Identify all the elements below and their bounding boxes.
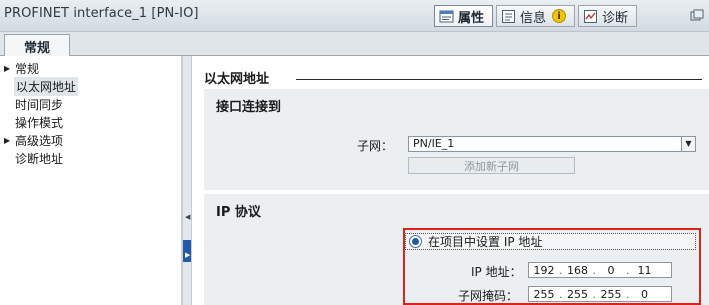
- window-title: PROFINET interface_1 [PN-IO]: [4, 6, 199, 21]
- inspector-title-bar: PROFINET interface_1 [PN-IO] 属性 信息 i 诊断: [0, 0, 709, 32]
- ip-octet: 168: [567, 263, 588, 277]
- properties-content: 以太网地址 接口连接到 子网： PN/IE_1 ▼ 添加新子网 IP 协议 在项…: [192, 56, 709, 305]
- subnet-mask-label: 子网掩码：: [458, 289, 519, 303]
- nav-item-label: 时间同步: [15, 97, 64, 112]
- nav-item-ethernet-address[interactable]: 以太网地址: [4, 76, 180, 96]
- pane-splitter[interactable]: ◀ ▶: [182, 56, 192, 305]
- tab-properties[interactable]: 属性: [434, 5, 494, 27]
- diagnostics-icon: [584, 9, 598, 23]
- nav-item-label: 以太网地址: [14, 76, 79, 96]
- set-ip-radio-label: 在项目中设置 IP 地址: [428, 235, 543, 249]
- info-list-icon: [502, 9, 516, 23]
- tab-diagnostics-label: 诊断: [602, 10, 629, 26]
- ip-octet: 192: [533, 263, 555, 277]
- nav-item-label: 诊断地址: [15, 151, 64, 166]
- set-ip-radio[interactable]: [409, 235, 422, 248]
- nav-item-label: 常规: [15, 61, 40, 76]
- add-new-subnet-button[interactable]: 添加新子网: [408, 157, 575, 174]
- nav-item-label: 高级选项: [15, 133, 64, 148]
- mask-octet: 255: [600, 287, 622, 301]
- tab-info-label: 信息: [520, 10, 547, 26]
- tab-properties-label: 属性: [458, 10, 485, 26]
- expand-arrow-icon[interactable]: ▶: [4, 64, 14, 73]
- section-tab-strip: 常规: [0, 32, 709, 57]
- window-restore-icon[interactable]: [690, 9, 704, 22]
- ip-protocol-group-title: IP 协议: [216, 205, 261, 220]
- nav-item-advanced-options[interactable]: ▶ 高级选项: [4, 131, 180, 149]
- property-tabs: 属性 信息 i 诊断: [434, 5, 638, 27]
- ip-address-label: IP 地址：: [471, 265, 522, 279]
- properties-icon: [439, 10, 454, 22]
- subnet-label: 子网：: [357, 139, 394, 153]
- section-title: 以太网地址: [204, 72, 270, 87]
- nav-item-diagnostic-address[interactable]: 诊断地址: [4, 149, 180, 167]
- tab-info[interactable]: 信息 i: [496, 5, 576, 27]
- radio-selected-dot: [412, 238, 419, 245]
- mask-octet: 255: [533, 287, 555, 301]
- subnet-select[interactable]: PN/IE_1 ▼: [408, 136, 696, 152]
- ip-address-field[interactable]: 192 . 168 . 0 . 11: [528, 262, 672, 278]
- nav-item-general[interactable]: ▶ 常规: [4, 59, 180, 77]
- tab-diagnostics[interactable]: 诊断: [578, 5, 638, 27]
- expand-arrow-icon[interactable]: ▶: [4, 136, 14, 145]
- collapse-left-arrow-icon[interactable]: ◀: [185, 212, 190, 222]
- mask-octet: 255: [567, 287, 588, 301]
- navigation-tree: ▶ 常规 以太网地址 时间同步 操作模式 ▶ 高级选项 诊断地址: [0, 56, 182, 305]
- ip-octet: 11: [637, 263, 652, 277]
- chevron-down-icon[interactable]: ▼: [681, 137, 695, 151]
- nav-item-time-sync[interactable]: 时间同步: [4, 95, 180, 113]
- info-badge-icon: i: [552, 9, 567, 23]
- tab-general[interactable]: 常规: [4, 34, 70, 57]
- subnet-select-value: PN/IE_1: [413, 137, 455, 150]
- mask-octet: 0: [641, 287, 648, 301]
- subnet-mask-field[interactable]: 255 . 255 . 255 . 0: [528, 286, 672, 302]
- interface-group-title: 接口连接到: [216, 100, 282, 115]
- nav-item-operating-mode[interactable]: 操作模式: [4, 113, 180, 131]
- set-ip-in-project-option[interactable]: 在项目中设置 IP 地址: [405, 233, 696, 250]
- ip-octet: 0: [607, 263, 615, 277]
- nav-item-label: 操作模式: [15, 115, 64, 130]
- section-divider: [296, 79, 702, 80]
- expand-right-arrow-icon[interactable]: ▶: [185, 250, 190, 260]
